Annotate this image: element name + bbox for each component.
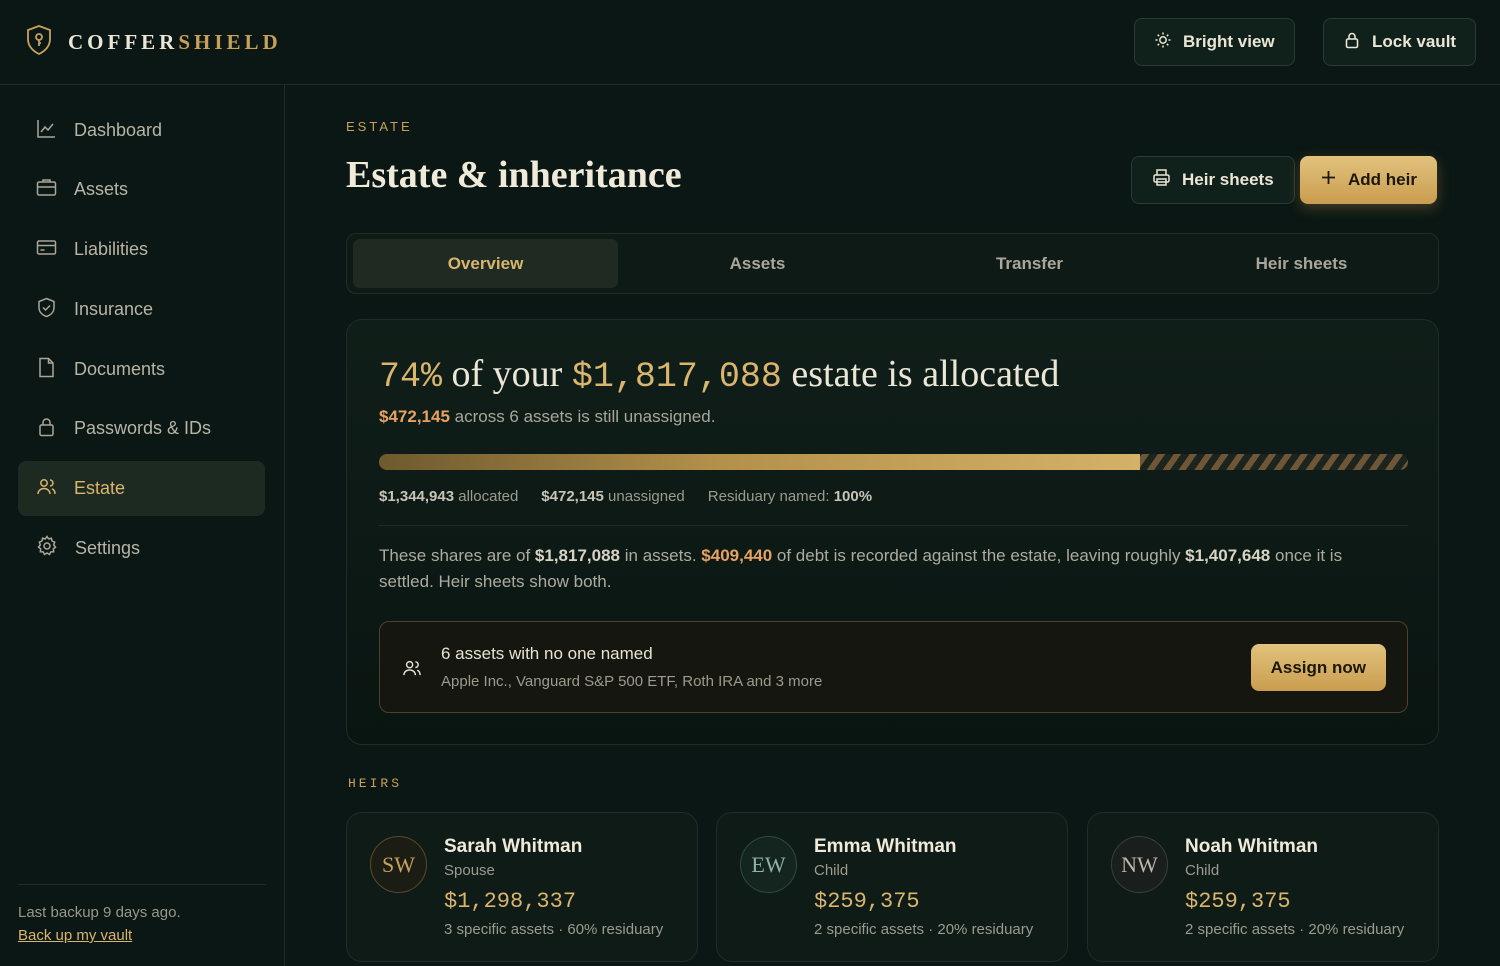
tab-heir-sheets[interactable]: Heir sheets [1169,239,1434,288]
lock-vault-button[interactable]: Lock vault [1323,18,1477,66]
allocation-legend: $1,344,943 allocated $472,145 unassigned… [379,488,895,505]
tab-assets[interactable]: Assets [625,239,890,288]
heir-meta: 3 specific assets · 60% residuary [444,921,664,938]
heir-amount: $259,375 [1185,889,1291,914]
heir-amount: $1,298,337 [444,889,577,914]
sidebar-item-settings[interactable]: Settings [18,521,265,576]
heir-role: Child [1185,862,1220,879]
sidebar: Dashboard Assets Liabilities Insurance D… [0,85,285,966]
sidebar-item-documents[interactable]: Documents [18,342,265,397]
card-icon [36,237,74,263]
heir-sheets-button[interactable]: Heir sheets [1131,156,1295,204]
heir-name: Emma Whitman [814,836,957,857]
sidebar-item-dashboard[interactable]: Dashboard [18,103,265,158]
unassigned-stat: $472,145 unassigned [541,488,685,505]
unassigned-alert: 6 assets with no one named Apple Inc., V… [379,621,1408,713]
allocated-stat: $1,344,943 allocated [379,488,519,505]
estate-total: $1,817,088 [571,357,782,397]
unassigned-summary: $472,145 across 6 assets is still unassi… [379,407,716,426]
heir-name: Sarah Whitman [444,836,583,857]
bright-view-button[interactable]: Bright view [1134,18,1295,66]
debt-explanation: These shares are of $1,817,088 in assets… [379,546,1343,591]
lock-icon [36,416,74,442]
allocation-card: 74% of your $1,817,088 estate is allocat… [346,319,1439,745]
plus-icon [1320,169,1348,191]
heir-card[interactable]: EW Emma Whitman Child $259,375 2 specifi… [716,812,1068,962]
heir-role: Child [814,862,849,879]
allocation-progress-fill [379,454,1141,470]
sidebar-item-estate[interactable]: Estate [18,461,265,516]
brand-logo[interactable]: COFFERSHIELD [26,24,282,61]
heir-role: Spouse [444,862,495,879]
avatar: EW [740,836,797,893]
document-icon [36,357,74,383]
heir-amount: $259,375 [814,889,920,914]
add-heir-button[interactable]: Add heir [1300,156,1437,204]
heir-meta: 2 specific assets · 20% residuary [1185,921,1405,938]
avatar: NW [1111,836,1168,893]
allocation-percent: 74% [379,357,443,397]
heir-name: Noah Whitman [1185,836,1318,857]
brand-name: COFFERSHIELD [68,30,282,54]
sun-icon [1154,31,1183,54]
gear-icon [36,535,75,562]
tab-overview[interactable]: Overview [353,239,618,288]
divider [379,525,1408,526]
tab-transfer[interactable]: Transfer [897,239,1162,288]
lock-icon [1343,31,1372,54]
sidebar-item-liabilities[interactable]: Liabilities [18,222,265,277]
allocation-headline: 74% of your $1,817,088 estate is allocat… [379,353,1060,397]
chart-icon [36,118,74,144]
avatar: SW [370,836,427,893]
people-icon [36,476,74,502]
tab-bar: Overview Assets Transfer Heir sheets [346,233,1439,294]
briefcase-icon [36,177,74,203]
allocation-progress-bar [379,454,1408,470]
heir-card[interactable]: SW Sarah Whitman Spouse $1,298,337 3 spe… [346,812,698,962]
shield-key-icon [26,24,52,61]
backup-link[interactable]: Back up my vault [18,927,132,944]
sidebar-item-insurance[interactable]: Insurance [18,282,265,337]
sidebar-item-passwords[interactable]: Passwords & IDs [18,401,265,456]
page-eyebrow: ESTATE [346,119,413,134]
heirs-section-label: HEIRS [348,776,403,791]
sidebar-item-assets[interactable]: Assets [18,162,265,217]
top-bar: COFFERSHIELD Bright view Lock vault [0,0,1500,85]
assign-now-button[interactable]: Assign now [1250,644,1386,691]
alert-detail: Apple Inc., Vanguard S&P 500 ETF, Roth I… [441,673,823,690]
people-icon [402,658,422,683]
page-title: Estate & inheritance [346,154,682,196]
shield-check-icon [36,297,74,323]
sidebar-footer: Last backup 9 days ago. Back up my vault [18,884,266,945]
heir-meta: 2 specific assets · 20% residuary [814,921,1034,938]
alert-title: 6 assets with no one named [441,644,653,663]
backup-note: Last backup 9 days ago. [18,904,181,921]
printer-icon [1152,168,1182,192]
heir-card[interactable]: NW Noah Whitman Child $259,375 2 specifi… [1087,812,1439,962]
residuary-stat: Residuary named: 100% [707,488,873,505]
